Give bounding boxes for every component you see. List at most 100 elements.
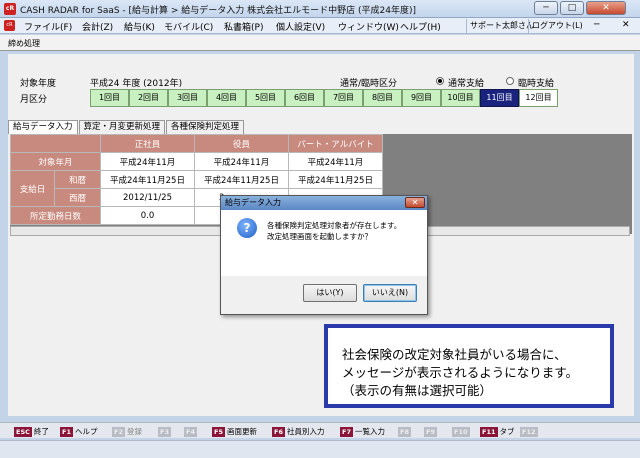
fkey-label: F12 bbox=[520, 426, 538, 437]
document-title: 締め処理 bbox=[8, 39, 40, 48]
fkey-f7[interactable]: F7 一覧入力 bbox=[340, 426, 385, 437]
grid-cell[interactable]: 平成24年11月 bbox=[194, 152, 289, 171]
fkey-text: ヘルプ bbox=[74, 427, 98, 436]
fkey-f4[interactable]: F4 bbox=[184, 426, 197, 437]
maximize-button[interactable]: □ bbox=[560, 1, 584, 15]
tab-santei-update[interactable]: 算定・月変更新処理 bbox=[78, 120, 166, 134]
target-year-value: 平成24 年度 (2012年) bbox=[90, 79, 183, 89]
menu-mailbox[interactable]: 私書箱(P) bbox=[224, 20, 263, 33]
fkey-label: F10 bbox=[452, 426, 470, 437]
tab-payroll-data-entry[interactable]: 給与データ入力 bbox=[8, 120, 78, 134]
note-line1: 社会保険の改定対象社員がいる場合に、 bbox=[342, 347, 567, 362]
month-button[interactable]: 12回目 bbox=[519, 89, 558, 107]
fkey-label: F5 bbox=[212, 426, 225, 437]
minimize-button[interactable]: ─ bbox=[534, 1, 558, 15]
radio-temporary[interactable] bbox=[506, 77, 514, 85]
dialog-close-button[interactable]: ✕ bbox=[405, 197, 425, 208]
menu-file[interactable]: ファイル(F) bbox=[24, 20, 72, 33]
column-header: パート・アルバイト bbox=[288, 134, 383, 153]
grid-cell[interactable]: 0.0 bbox=[100, 206, 195, 225]
month-button[interactable]: 10回目 bbox=[441, 89, 480, 107]
month-button[interactable]: 8回目 bbox=[363, 89, 402, 107]
row-header-target-month: 対象年月 bbox=[10, 152, 101, 171]
no-button[interactable]: いいえ(N) bbox=[363, 284, 417, 302]
fkey-label: F11 bbox=[480, 426, 498, 437]
close-window-button[interactable]: ✕ bbox=[586, 1, 626, 15]
child-minimize-icon[interactable]: ─ bbox=[594, 20, 599, 30]
window-title-bar: cR CASH RADAR for SaaS - [給与計算 > 給与データ入力… bbox=[0, 0, 640, 18]
yes-button[interactable]: はい(Y) bbox=[303, 284, 357, 302]
menu-personal-settings[interactable]: 個人設定(V) bbox=[276, 20, 325, 33]
row-header-work-days: 所定勤務日数 bbox=[10, 206, 101, 225]
tab-bar: 給与データ入力 算定・月変更新処理 各種保険判定処理 bbox=[8, 120, 245, 134]
fkey-text: 終了 bbox=[33, 427, 49, 436]
fkey-f9[interactable]: F9 bbox=[424, 426, 437, 437]
note-line2: メッセージが表示されるようになります。 bbox=[342, 365, 579, 380]
row-header-wareki: 和暦 bbox=[54, 170, 101, 189]
fkey-f3[interactable]: F3 bbox=[158, 426, 171, 437]
child-close-icon[interactable]: ✕ bbox=[622, 20, 630, 30]
fkey-f5[interactable]: F5 画面更新 bbox=[212, 426, 257, 437]
grid-cell[interactable]: 平成24年11月 bbox=[100, 152, 195, 171]
month-button[interactable]: 6回目 bbox=[285, 89, 324, 107]
fkey-label: F3 bbox=[158, 426, 171, 437]
grid-cell[interactable]: 平成24年11月 bbox=[288, 152, 383, 171]
radio-regular-label: 通常支給 bbox=[448, 79, 485, 89]
grid-corner bbox=[10, 134, 101, 153]
menu-accounting[interactable]: 会計(Z) bbox=[82, 20, 113, 33]
month-button[interactable]: 1回目 bbox=[90, 89, 129, 107]
column-header: 正社員 bbox=[100, 134, 195, 153]
fkey-text: 画面更新 bbox=[226, 427, 257, 436]
grid-cell[interactable]: 2012/11/25 bbox=[100, 188, 195, 207]
fkey-label: F8 bbox=[398, 426, 411, 437]
status-bar bbox=[0, 440, 640, 458]
fkey-text: タブ bbox=[499, 427, 515, 436]
fkey-label: F2 bbox=[112, 426, 125, 437]
grid-cell[interactable]: 平成24年11月25日 bbox=[288, 170, 383, 189]
month-button[interactable]: 5回目 bbox=[246, 89, 285, 107]
radio-regular[interactable] bbox=[436, 77, 444, 85]
fkey-text: 一覧入力 bbox=[354, 427, 385, 436]
menu-mobile[interactable]: モバイル(C) bbox=[164, 20, 213, 33]
month-button[interactable]: 4回目 bbox=[207, 89, 246, 107]
fkey-label: F6 bbox=[272, 426, 285, 437]
month-button-selected[interactable]: 11回目 bbox=[480, 89, 519, 107]
dialog-message-line1: 各種保険判定処理対象者が存在します。 bbox=[267, 221, 402, 230]
fkey-label: ESC bbox=[14, 426, 32, 437]
menu-bar: cR ファイル(F) 会計(Z) 給与(K) モバイル(C) 私書箱(P) 個人… bbox=[0, 18, 640, 34]
fkey-f8[interactable]: F8 bbox=[398, 426, 411, 437]
month-selector: 1回目 2回目 3回目 4回目 5回目 6回目 7回目 8回目 9回目 10回目… bbox=[90, 89, 558, 107]
fkey-text: 社員別入力 bbox=[286, 427, 325, 436]
fkey-f12[interactable]: F12 bbox=[520, 426, 538, 437]
menu-window[interactable]: ウィンドウ(W) bbox=[338, 20, 399, 33]
grid-cell[interactable]: 平成24年11月25日 bbox=[100, 170, 195, 189]
fkey-f11[interactable]: F11 タブ bbox=[480, 426, 515, 437]
function-key-bar: ESC 終了 F1 ヘルプ F2 登録 F3 F4 F5 画面更新 F6 社員別入力 F7… bbox=[0, 422, 640, 438]
fkey-f2[interactable]: F2 登録 bbox=[112, 426, 142, 437]
month-button[interactable]: 3回目 bbox=[168, 89, 207, 107]
fkey-label: F9 bbox=[424, 426, 437, 437]
fkey-label: F4 bbox=[184, 426, 197, 437]
fkey-f10[interactable]: F10 bbox=[452, 426, 470, 437]
fkey-esc[interactable]: ESC 終了 bbox=[14, 426, 49, 437]
month-button[interactable]: 9回目 bbox=[402, 89, 441, 107]
fkey-f1[interactable]: F1 ヘルプ bbox=[60, 426, 97, 437]
grid-cell[interactable]: 平成24年11月25日 bbox=[194, 170, 289, 189]
dialog-title: 給与データ入力 bbox=[221, 196, 427, 210]
confirm-dialog: 給与データ入力 ✕ ? 各種保険判定処理対象者が存在します。 改定処理画面を起動… bbox=[220, 195, 428, 315]
column-header: 役員 bbox=[194, 134, 289, 153]
support-user-button[interactable]: サポート太郎さん bbox=[466, 19, 534, 33]
app-logo-icon: cR bbox=[4, 3, 16, 15]
menu-payroll[interactable]: 給与(K) bbox=[124, 20, 155, 33]
month-button[interactable]: 7回目 bbox=[324, 89, 363, 107]
app-menu-icon[interactable]: cR bbox=[4, 20, 15, 31]
dialog-message-line2: 改定処理画面を起動しますか？ bbox=[267, 232, 372, 241]
target-year-label: 対象年度 bbox=[20, 79, 57, 89]
document-header: 締め処理 bbox=[0, 35, 640, 51]
month-button[interactable]: 2回目 bbox=[129, 89, 168, 107]
fkey-f6[interactable]: F6 社員別入力 bbox=[272, 426, 324, 437]
fkey-text: 登録 bbox=[126, 427, 142, 436]
logout-button[interactable]: ログアウト(L) bbox=[528, 19, 586, 33]
tab-insurance-judgment[interactable]: 各種保険判定処理 bbox=[166, 120, 245, 134]
menu-help[interactable]: ヘルプ(H) bbox=[400, 20, 441, 33]
